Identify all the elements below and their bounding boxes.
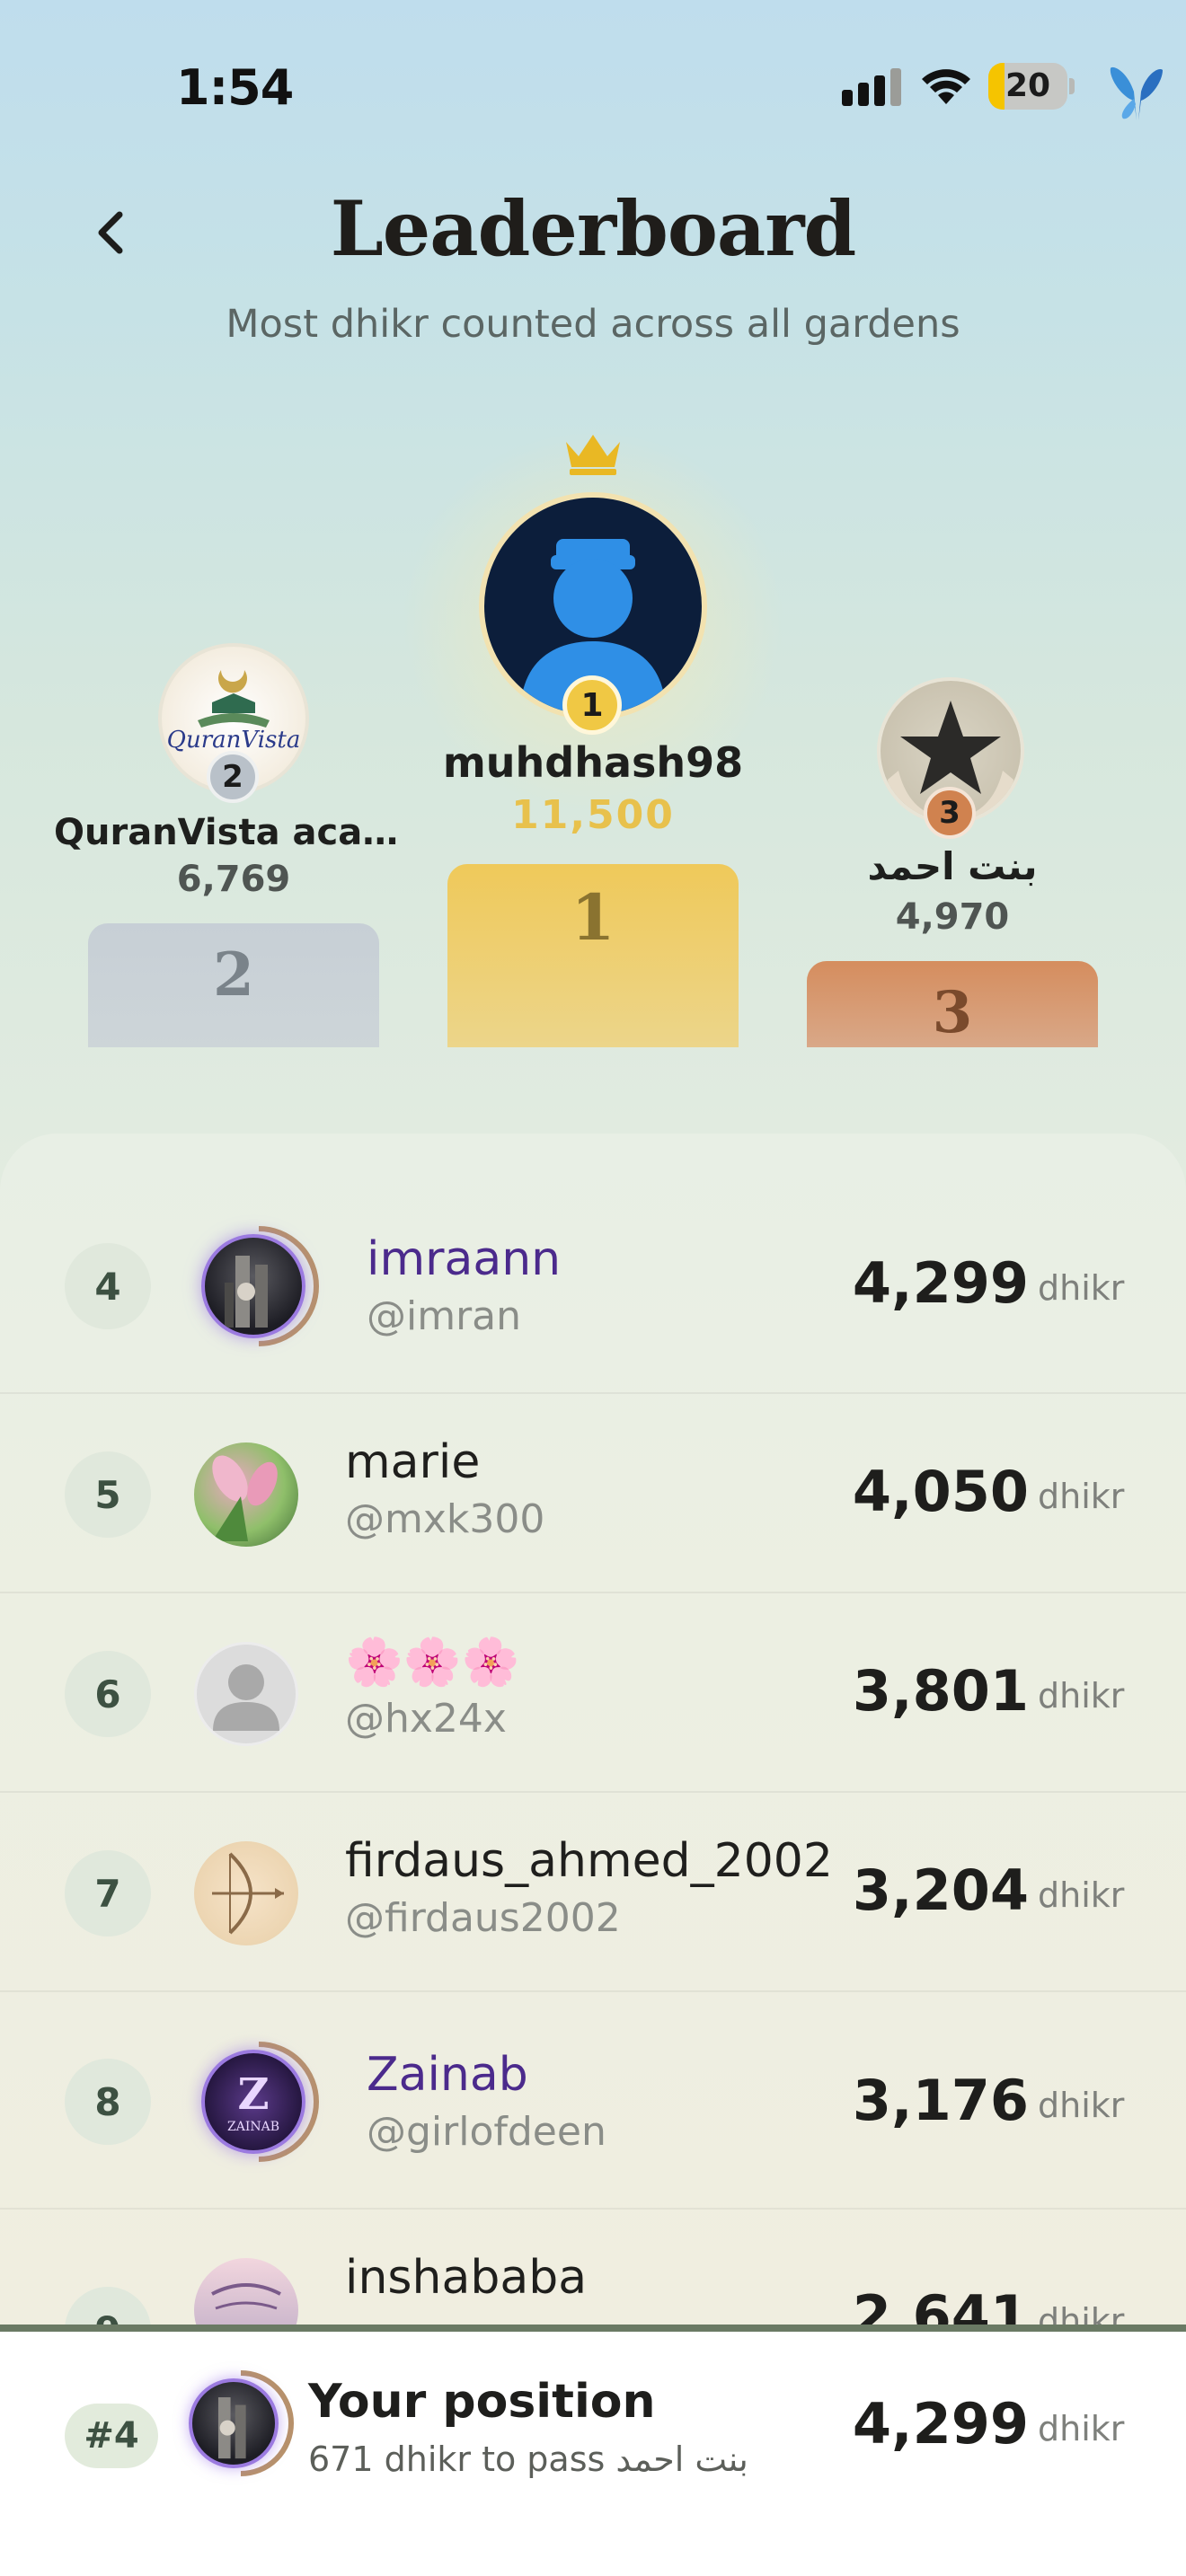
second-place-badge: 2 (207, 751, 259, 803)
leaderboard-row[interactable]: 4 imraann @imran 4,299 dhikr (0, 1134, 1186, 1394)
user-handle: @firdaus2002 (345, 1895, 621, 1941)
rank-number: 8 (65, 2059, 151, 2145)
leaderboard-row[interactable]: 7 firdaus_ahmed_2002 @firdaus2002 3,204 … (0, 1793, 1186, 1992)
user-handle: @imran (367, 1293, 522, 1339)
dhikr-unit: dhikr (1038, 1676, 1125, 1716)
city-photo-icon (217, 2397, 246, 2459)
dhikr-count: 3,176 (852, 2068, 1029, 2133)
user-name[interactable]: marie (345, 1435, 480, 1489)
third-place-block: 3 (807, 961, 1098, 1047)
leaderboard-row[interactable]: 6 🌸🌸🌸 @hx24x 3,801 dhikr (0, 1593, 1186, 1793)
user-name[interactable]: 🌸🌸🌸 (345, 1635, 519, 1689)
user-name[interactable]: firdaus_ahmed_2002 (345, 1834, 833, 1888)
first-place-badge: 1 (562, 675, 622, 735)
crown-icon (566, 435, 620, 475)
status-time: 1:54 (176, 59, 294, 116)
flower-photo-icon (212, 1455, 278, 1541)
svg-text:Z: Z (237, 2069, 269, 2120)
leaderboard-row[interactable]: 5 marie @mxk300 4,050 dhikr (0, 1394, 1186, 1593)
butterfly-logo-icon[interactable] (1107, 61, 1166, 126)
second-place-score: 6,769 (176, 859, 291, 900)
user-avatar[interactable] (194, 1442, 298, 1547)
zainab-logo-icon: Z ZAINAB (227, 2069, 279, 2134)
dhikr-unit: dhikr (1038, 2086, 1125, 2125)
page-title: Leaderboard (330, 184, 857, 273)
dhikr-count: 4,050 (852, 1459, 1029, 1524)
default-avatar-icon (213, 1664, 279, 1731)
third-place-badge: 3 (924, 787, 976, 839)
page-subtitle: Most dhikr counted across all gardens (226, 302, 960, 347)
dhikr-unit: dhikr (1038, 1875, 1125, 1915)
third-place-score: 4,970 (895, 896, 1010, 938)
your-position-subtitle: 671 dhikr to pass بنت احمد (308, 2439, 748, 2479)
third-place-name[interactable]: بنت احمد (773, 844, 1132, 888)
svg-text:ZAINAB: ZAINAB (227, 2120, 279, 2134)
leaderboard-row[interactable]: 8 Z ZAINAB Zainab @girlofdeen 3,176 dhik… (0, 1992, 1186, 2210)
user-handle: @mxk300 (345, 1496, 545, 1542)
first-place-name[interactable]: muhdhash98 (413, 738, 773, 787)
rank-number: 4 (65, 1243, 151, 1329)
your-position-bar[interactable]: #4 Your position 671 dhikr to pass بنت ا… (0, 2325, 1186, 2576)
user-name[interactable]: imraann (367, 1232, 561, 1286)
user-name[interactable]: inshababa (345, 2251, 587, 2305)
user-avatar[interactable] (201, 1234, 305, 1338)
second-place-name[interactable]: QuranVista acad... (54, 812, 413, 853)
leaderboard-list[interactable]: 4 imraann @imran 4,299 dhikr 5 marie @mx… (0, 1134, 1186, 2337)
rank-number: 7 (65, 1850, 151, 1936)
dhikr-unit: dhikr (1038, 1268, 1125, 1308)
user-name[interactable]: Zainab (367, 2048, 528, 2102)
svg-text:QuranVista: QuranVista (167, 727, 301, 754)
battery-icon: 20 (988, 63, 1075, 110)
rank-number: 6 (65, 1651, 151, 1737)
leaderboard-row[interactable]: 9 inshababa 2,641 dhikr (0, 2210, 1186, 2337)
dhikr-count: 4,299 (852, 1250, 1029, 1316)
dhikr-count: 3,801 (852, 1658, 1029, 1724)
first-place-score: 11,500 (511, 792, 675, 838)
user-avatar[interactable] (194, 1642, 298, 1746)
dhikr-count: 3,204 (852, 1857, 1029, 1923)
signal-icon (842, 68, 901, 106)
user-handle: @girlofdeen (367, 2109, 606, 2155)
user-handle: @hx24x (345, 1696, 507, 1742)
user-avatar[interactable] (194, 1841, 298, 1945)
city-photo-icon (225, 1256, 268, 1328)
bow-arrow-icon (212, 1852, 284, 1935)
your-position-title: Your position (308, 2375, 656, 2429)
first-place-block: 1 (447, 864, 739, 1047)
user-avatar[interactable]: Z ZAINAB (201, 2050, 305, 2154)
your-rank-badge: #4 (65, 2404, 158, 2468)
your-avatar[interactable] (189, 2378, 279, 2468)
battery-level: 20 (1005, 67, 1051, 104)
second-place-block: 2 (88, 923, 379, 1047)
dhikr-unit: dhikr (1038, 1477, 1125, 1516)
your-dhikr-unit: dhikr (1038, 2409, 1125, 2448)
rank-number: 5 (65, 1451, 151, 1538)
status-bar: 1:54 20 (0, 0, 1186, 135)
your-dhikr-count: 4,299 (852, 2391, 1029, 2457)
wifi-icon (922, 69, 970, 104)
